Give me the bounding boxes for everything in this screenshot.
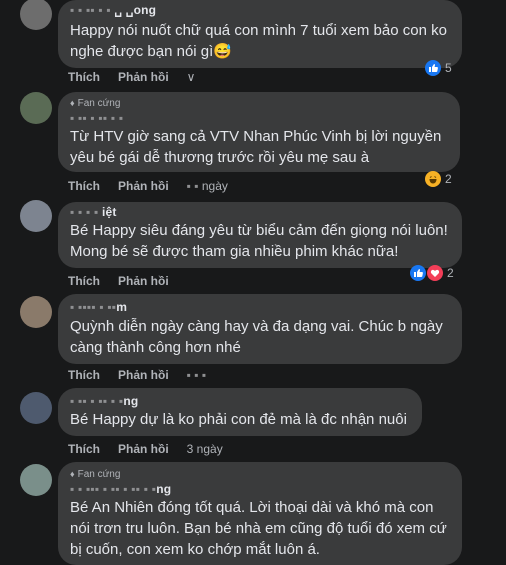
comment-actions: Thích Phản hồi 3 ngày bbox=[68, 442, 223, 457]
avatar[interactable] bbox=[20, 0, 52, 30]
avatar[interactable] bbox=[20, 464, 52, 496]
comment-text: Bé Happy dự là ko phải con đẻ mà là đc n… bbox=[70, 411, 407, 428]
comment-time: 3 ngày bbox=[186, 442, 223, 456]
comment-bubble: ▪ ▪▪▪▪ ▪ ▪▪m Quỳnh diễn ngày càng hay và… bbox=[58, 294, 462, 364]
comment-text: Bé Happy siêu đáng yêu từ biểu cảm đến g… bbox=[70, 222, 448, 260]
commenter-name[interactable]: ▪ ▪▪▪▪ ▪ ▪▪m bbox=[70, 300, 450, 315]
avatar[interactable] bbox=[20, 92, 52, 124]
diamond-icon: ♦ bbox=[70, 469, 75, 479]
reaction-count: 2 bbox=[445, 172, 452, 186]
commenter-name[interactable]: ▪ ▪ ▪▪▪ ▪ ▪▪ ▪ ▪▪ ▪ ▪ng bbox=[70, 482, 450, 497]
like-button[interactable]: Thích bbox=[68, 274, 100, 289]
like-button[interactable]: Thích bbox=[68, 70, 100, 85]
comment-bubble: ♦ Fan cứng ▪ ▪▪ ▪ ▪▪ ▪ ▪ Từ HTV giờ sang … bbox=[58, 92, 460, 172]
comment-time: ▪ ▪ ngày bbox=[186, 179, 228, 193]
commenter-name[interactable]: ▪ ▪ ▪▪ ▪ ▪ ␣ ␣ong bbox=[70, 3, 450, 18]
reaction-count: 5 bbox=[445, 61, 452, 75]
comment-time: ∨ bbox=[186, 70, 196, 84]
commenter-name[interactable]: ▪ ▪ ▪ ▪ iệt bbox=[70, 205, 450, 220]
comment-text: Từ HTV giờ sang cả VTV Nhan Phúc Vinh bị… bbox=[70, 128, 442, 166]
comment-time: ▪ ▪ ▪ bbox=[186, 368, 207, 382]
like-button[interactable]: Thích bbox=[68, 368, 100, 383]
avatar[interactable] bbox=[20, 296, 52, 328]
reaction-summary[interactable]: 2 bbox=[410, 265, 454, 281]
like-button[interactable]: Thích bbox=[68, 179, 100, 194]
comment-bubble: ♦ Fan cứng ▪ ▪ ▪▪▪ ▪ ▪▪ ▪ ▪▪ ▪ ▪ng Bé An … bbox=[58, 462, 462, 565]
comment-text: Happy nói nuốt chữ quá con mình 7 tuổi x… bbox=[70, 22, 447, 60]
like-reaction-icon bbox=[425, 60, 441, 76]
comment-text: Quỳnh diễn ngày càng hay và đa dạng vai.… bbox=[70, 318, 443, 356]
avatar[interactable] bbox=[20, 200, 52, 232]
reply-button[interactable]: Phản hồi bbox=[118, 368, 169, 383]
comment-actions: Thích Phản hồi ∨ bbox=[68, 70, 195, 85]
comment-bubble: ▪ ▪▪ ▪ ▪▪ ▪ ▪ng Bé Happy dự là ko phải c… bbox=[58, 388, 422, 436]
haha-reaction-icon bbox=[425, 171, 441, 187]
reaction-count: 2 bbox=[447, 266, 454, 280]
reply-button[interactable]: Phản hồi bbox=[118, 70, 169, 85]
commenter-name[interactable]: ▪ ▪▪ ▪ ▪▪ ▪ ▪ bbox=[70, 111, 448, 126]
reply-button[interactable]: Phản hồi bbox=[118, 179, 169, 194]
reply-button[interactable]: Phản hồi bbox=[118, 442, 169, 457]
fan-badge: ♦ Fan cứng bbox=[70, 98, 121, 109]
diamond-icon: ♦ bbox=[70, 98, 75, 108]
like-reaction-icon bbox=[410, 265, 426, 281]
comment-actions: Thích Phản hồi ▪ ▪ ▪ bbox=[68, 368, 206, 383]
comment-text: Bé An Nhiên đóng tốt quá. Lời thoại dài … bbox=[70, 499, 447, 558]
commenter-name[interactable]: ▪ ▪▪ ▪ ▪▪ ▪ ▪ng bbox=[70, 394, 410, 409]
reaction-summary[interactable]: 5 bbox=[425, 60, 452, 76]
reaction-summary[interactable]: 2 bbox=[425, 171, 452, 187]
comment-actions: Thích Phản hồi bbox=[68, 274, 187, 289]
comment-bubble: ▪ ▪ ▪ ▪ iệt Bé Happy siêu đáng yêu từ bi… bbox=[58, 202, 462, 268]
avatar[interactable] bbox=[20, 392, 52, 424]
like-button[interactable]: Thích bbox=[68, 442, 100, 457]
reply-button[interactable]: Phản hồi bbox=[118, 274, 169, 289]
love-reaction-icon bbox=[427, 265, 443, 281]
fan-badge: ♦ Fan cứng bbox=[70, 469, 121, 480]
comment-actions: Thích Phản hồi ▪ ▪ ngày bbox=[68, 179, 228, 194]
comment-bubble: ▪ ▪ ▪▪ ▪ ▪ ␣ ␣ong Happy nói nuốt chữ quá… bbox=[58, 0, 462, 68]
